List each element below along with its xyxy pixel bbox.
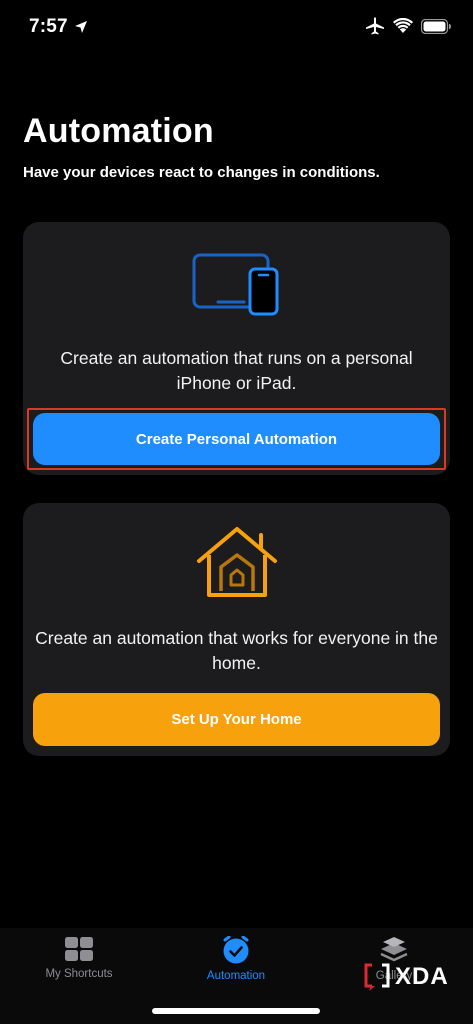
set-up-your-home-button[interactable]: Set Up Your Home xyxy=(33,693,440,746)
tab-label: Automation xyxy=(206,970,266,982)
status-time: 7:57 xyxy=(29,16,88,38)
location-arrow-icon xyxy=(74,21,87,33)
personal-automation-card: Create an automation that runs on a pers… xyxy=(23,222,450,475)
home-icon xyxy=(196,527,277,597)
devices-icon xyxy=(192,253,278,316)
grid-icon xyxy=(65,937,93,961)
xda-watermark: XDA xyxy=(363,962,449,992)
tab-automation[interactable]: Automation xyxy=(166,936,306,982)
page-subtitle: Have your devices react to changes in co… xyxy=(23,164,380,181)
layers-icon xyxy=(380,937,408,962)
personal-automation-description: Create an automation that runs on a pers… xyxy=(60,348,413,393)
xda-logo-icon xyxy=(364,963,390,991)
home-automation-description: Create an automation that works for ever… xyxy=(35,628,438,673)
battery-icon xyxy=(421,18,451,34)
home-indicator xyxy=(152,1008,320,1014)
airplane-icon xyxy=(366,17,384,35)
status-bar: 7:57 xyxy=(0,0,473,56)
page-title: Automation xyxy=(23,112,214,150)
tab-label: My Shortcuts xyxy=(45,968,113,980)
clock-check-icon xyxy=(223,936,249,964)
xda-watermark-text: XDA xyxy=(395,963,449,990)
status-time-text: 7:57 xyxy=(29,16,68,37)
tab-my-shortcuts[interactable]: My Shortcuts xyxy=(9,936,149,980)
status-icons xyxy=(365,17,451,35)
create-personal-automation-button[interactable]: Create Personal Automation xyxy=(33,413,440,465)
home-automation-card: Create an automation that works for ever… xyxy=(23,503,450,756)
wifi-icon xyxy=(393,18,413,33)
